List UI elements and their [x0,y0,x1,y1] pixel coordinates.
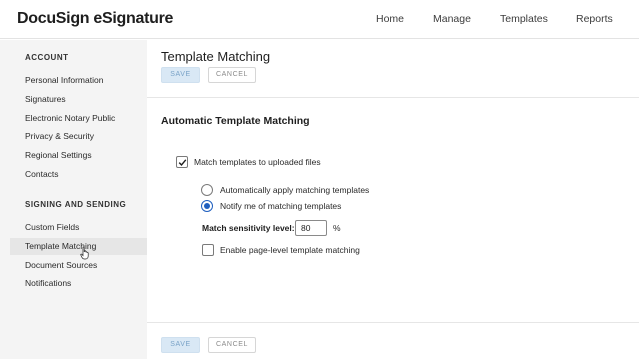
settings-sidebar: ACCOUNT Personal Information Signatures … [0,40,147,359]
cancel-button-bottom[interactable]: CANCEL [208,337,256,353]
sidebar-item-custom-fields[interactable]: Custom Fields [10,219,147,236]
sensitivity-label: Match sensitivity level: [202,223,295,233]
sensitivity-input[interactable] [295,220,327,236]
checkmark-icon [178,159,187,167]
page-level-label: Enable page-level template matching [220,245,360,255]
nav-templates[interactable]: Templates [500,13,548,25]
nav-manage[interactable]: Manage [433,13,471,25]
notify-radio[interactable] [201,200,213,212]
hand-cursor-icon [80,246,89,260]
sidebar-item-personal-information[interactable]: Personal Information [10,72,147,89]
radio-dot [204,203,210,209]
save-button-top[interactable]: SAVE [161,67,200,83]
match-templates-label: Match templates to uploaded files [194,157,321,167]
sidebar-item-privacy-security[interactable]: Privacy & Security [10,128,147,145]
cancel-button-top[interactable]: CANCEL [208,67,256,83]
sidebar-heading-signing-and-sending: SIGNING AND SENDING [25,200,127,209]
sidebar-item-contacts[interactable]: Contacts [10,166,147,183]
top-navigation-bar: DocuSign eSignature Home Manage Template… [0,0,639,39]
docusign-logo[interactable]: DocuSign eSignature [17,10,173,28]
nav-home[interactable]: Home [376,13,404,25]
sidebar-item-electronic-notary-public[interactable]: Electronic Notary Public [10,110,147,127]
sidebar-item-signatures[interactable]: Signatures [10,91,147,108]
footer-divider [147,322,639,323]
header-divider [147,97,639,98]
percent-unit: % [333,223,341,233]
save-button-bottom[interactable]: SAVE [161,337,200,353]
match-templates-checkbox[interactable] [176,156,188,168]
sidebar-item-notifications[interactable]: Notifications [10,275,147,292]
nav-reports[interactable]: Reports [576,13,613,25]
sidebar-heading-account: ACCOUNT [25,53,69,62]
sidebar-item-document-sources[interactable]: Document Sources [10,257,147,274]
main-content: Template Matching SAVE CANCEL Automatic … [147,40,639,359]
sidebar-item-template-matching[interactable]: Template Matching [10,238,147,255]
page-title: Template Matching [161,49,271,64]
sidebar-item-regional-settings[interactable]: Regional Settings [10,147,147,164]
auto-apply-label: Automatically apply matching templates [220,185,370,195]
page-level-checkbox[interactable] [202,244,214,256]
auto-apply-radio[interactable] [201,184,213,196]
notify-label: Notify me of matching templates [220,201,342,211]
section-title: Automatic Template Matching [161,115,310,127]
